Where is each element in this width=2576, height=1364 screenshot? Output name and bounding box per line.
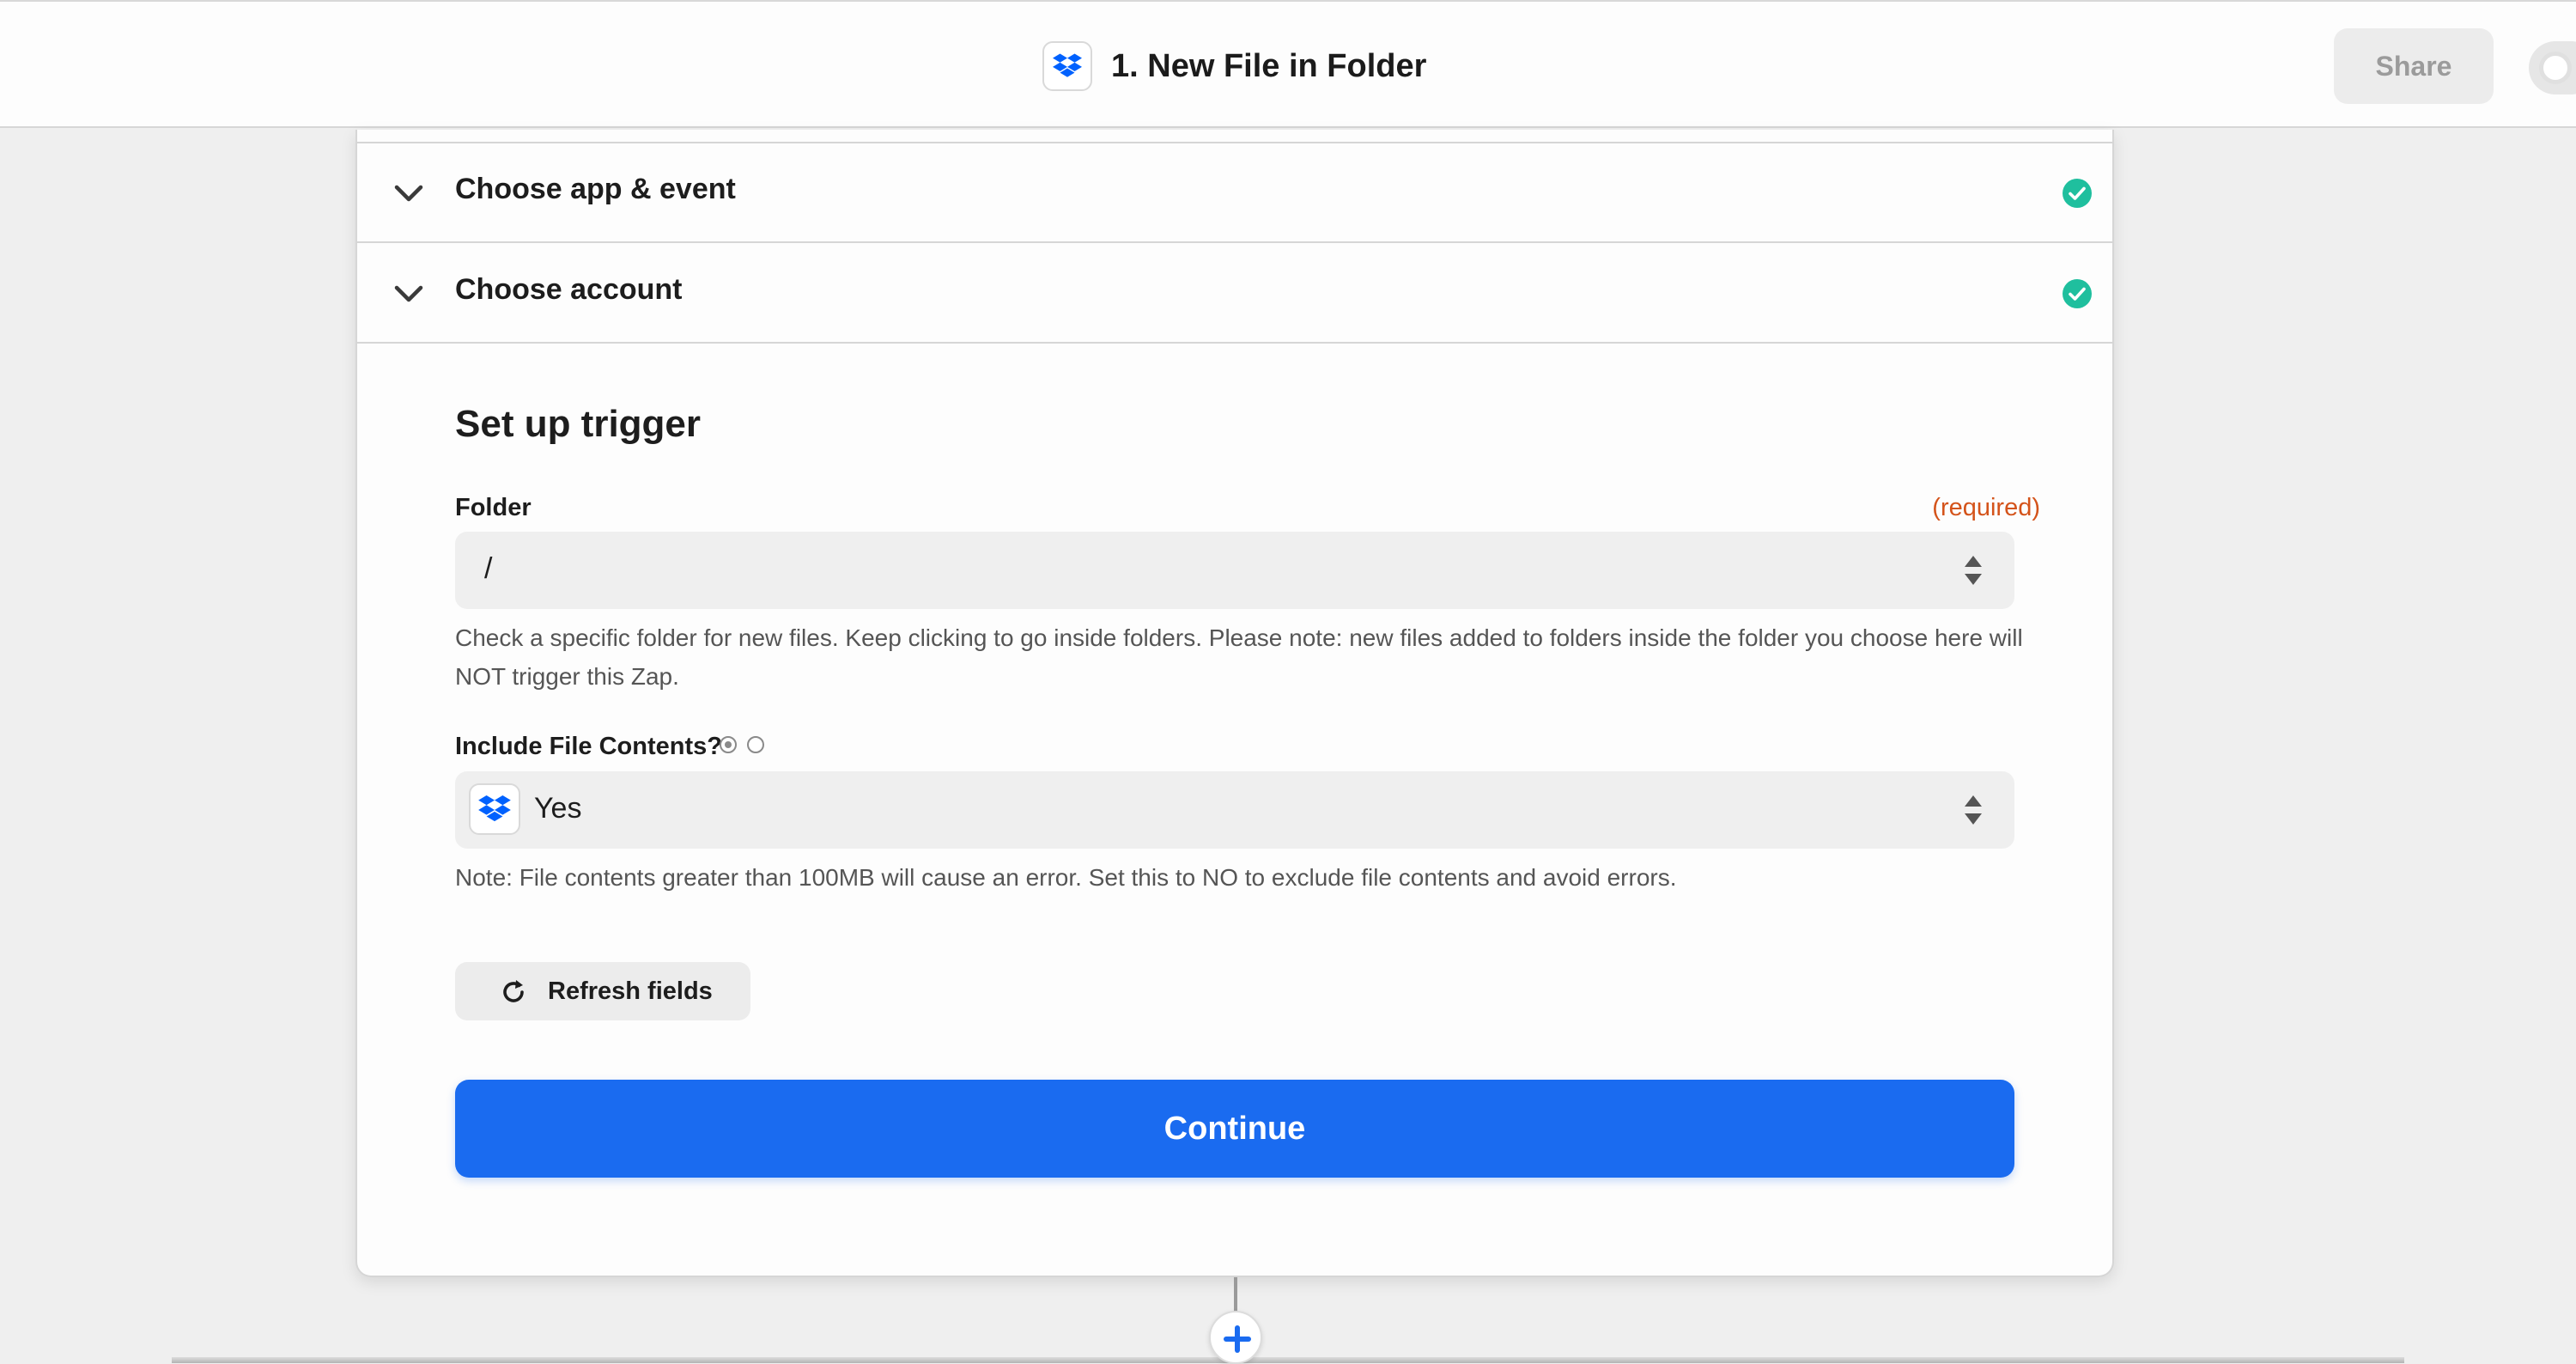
continue-button[interactable]: Continue	[455, 1080, 2014, 1178]
section-choose-app-event[interactable]: Choose app & event	[357, 143, 2112, 243]
top-bar: 1. New File in Folder Share	[0, 0, 2576, 128]
step-editor-card: Choose app & event Choose account Set up…	[355, 130, 2114, 1277]
select-arrows-icon	[1965, 795, 1982, 825]
refresh-fields-button[interactable]: Refresh fields	[455, 962, 750, 1020]
dropbox-icon	[469, 783, 520, 835]
required-indicator: (required)	[1932, 494, 2040, 521]
folder-label: Folder	[455, 494, 532, 521]
toggle-knob	[2539, 52, 2572, 84]
dropbox-icon	[1042, 41, 1092, 91]
refresh-icon	[503, 980, 524, 1002]
radio-unselected-icon[interactable]	[747, 736, 764, 753]
section-choose-account[interactable]: Choose account	[357, 244, 2112, 344]
folder-select[interactable]: /	[455, 532, 2014, 609]
check-circle-icon	[2063, 179, 2092, 208]
step-header: 1. New File in Folder	[1042, 40, 1426, 93]
add-step-button[interactable]	[1209, 1311, 1262, 1364]
select-arrows-icon	[1965, 556, 1982, 585]
chevron-down-icon	[394, 285, 423, 302]
step-title[interactable]: 1. New File in Folder	[1111, 48, 1426, 85]
folder-help-text: Check a specific folder for new files. K…	[455, 624, 2023, 690]
share-button[interactable]: Share	[2334, 28, 2494, 104]
folder-value: /	[484, 552, 493, 585]
refresh-fields-label: Refresh fields	[548, 977, 713, 1005]
include-file-contents-select[interactable]: Yes	[455, 771, 2014, 849]
file-contents-note: Note: File contents greater than 100MB w…	[455, 864, 1677, 891]
include-file-contents-label: Include File Contents?	[455, 733, 722, 760]
setup-trigger-heading: Set up trigger	[455, 403, 702, 445]
chevron-down-icon	[394, 185, 423, 202]
radio-selected-icon[interactable]	[720, 736, 737, 753]
next-step-edge	[172, 1357, 2404, 1363]
section-label: Choose app & event	[455, 173, 736, 205]
section-label: Choose account	[455, 273, 683, 306]
include-file-contents-value: Yes	[534, 792, 582, 825]
step-connector	[1234, 1277, 1237, 1313]
check-circle-icon	[2063, 279, 2092, 308]
zap-toggle[interactable]	[2529, 41, 2576, 94]
plus-icon	[1224, 1325, 1251, 1353]
